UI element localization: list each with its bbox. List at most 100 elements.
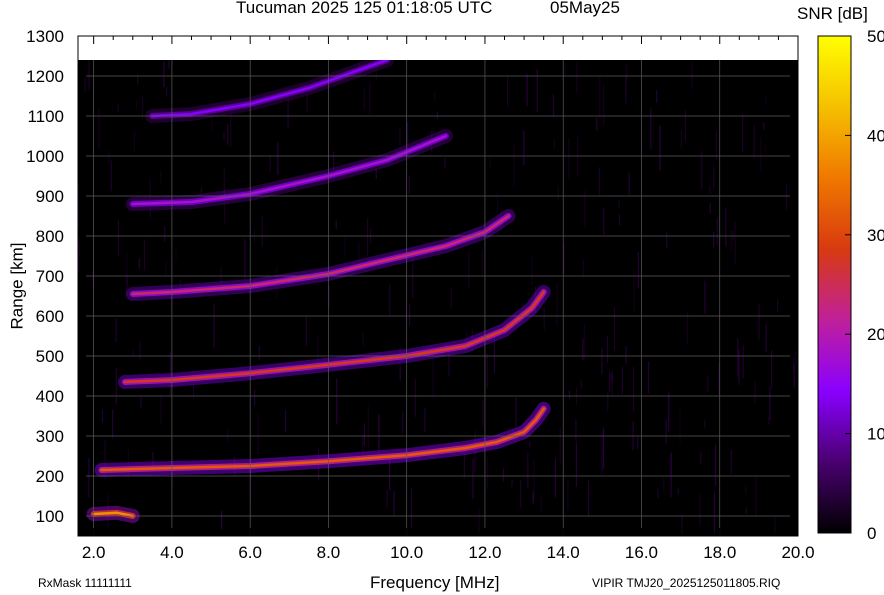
noise-mark [523,130,525,166]
noise-mark [410,488,413,528]
noise-mark [677,488,679,495]
noise-mark [637,252,639,289]
noise-mark [220,265,222,282]
noise-mark [482,400,484,427]
noise-mark [336,378,338,424]
noise-mark [738,349,740,385]
noise-mark [774,516,776,534]
noise-mark [115,367,117,405]
noise-mark [598,167,601,196]
y-tick-label: 600 [36,307,64,326]
noise-mark [725,207,727,247]
noise-mark [625,345,627,365]
noise-mark [575,442,577,487]
noise-mark [681,514,683,535]
noise-mark [618,200,620,208]
noise-mark [540,494,542,512]
noise-mark [734,221,736,264]
noise-mark [714,444,717,487]
noise-mark [227,427,229,444]
noise-mark [618,214,620,226]
x-axis-label: Frequency [MHz] [370,573,500,592]
noise-mark [607,391,609,411]
noise-mark [691,61,693,89]
noise-mark [771,349,773,388]
noise-mark [436,111,438,119]
noise-mark [576,62,578,94]
y-tick-label: 1200 [26,67,64,86]
noise-mark [213,303,215,349]
noise-mark [532,491,534,504]
noise-mark [402,412,404,434]
noise-mark [367,218,369,256]
noise-mark [389,459,391,491]
noise-mark [363,423,365,446]
noise-mark [666,232,668,248]
noise-mark [164,226,166,242]
noise-mark [112,409,114,438]
noise-mark [709,185,711,194]
y-tick-label: 1000 [26,147,64,166]
noise-mark [554,458,556,498]
noise-mark [257,414,259,455]
noise-mark [261,216,263,247]
file-name-label: VIPIR TMJ20_2025125011805.RIQ [592,576,781,590]
noise-mark [755,476,757,518]
noise-mark [628,172,630,196]
noise-mark [732,231,734,240]
noise-mark [754,381,756,404]
noise-mark [680,129,682,149]
x-tick-label: 6.0 [238,543,262,562]
noise-mark [553,139,555,150]
x-tick-label: 16.0 [625,543,658,562]
y-tick-label: 400 [36,387,64,406]
noise-mark [670,452,672,476]
noise-mark [489,156,491,170]
noise-mark [656,90,658,104]
noise-mark [358,241,360,262]
noise-mark [679,409,681,444]
y-tick-label: 700 [36,267,64,286]
noise-mark [317,335,319,363]
noise-mark [633,268,635,313]
noise-mark [277,142,279,175]
noise-mark [108,150,110,166]
noise-mark [795,351,797,367]
noise-mark [632,367,635,412]
noise-mark [564,62,567,77]
noise-mark [647,361,650,394]
noise-mark [526,73,528,107]
noise-mark [588,480,590,517]
noise-mark [704,280,706,314]
noise-mark [367,405,369,448]
noise-mark [715,130,717,160]
noise-mark [668,392,670,432]
noise-mark [166,87,168,97]
noise-mark [559,427,561,464]
noise-mark [486,353,488,389]
x-tick-label: 14.0 [547,543,580,562]
noise-mark [88,60,90,90]
noise-mark [254,389,256,406]
x-tick-label: 4.0 [160,543,184,562]
noise-mark [607,336,609,363]
noise-mark [335,220,337,230]
noise-mark [582,260,584,278]
noise-mark [621,366,623,395]
noise-mark [362,332,364,346]
noise-mark [520,480,522,509]
y-axis-label: Range [km] [7,242,27,330]
y-tick-label: 1100 [27,107,64,126]
noise-mark [450,287,452,309]
noise-mark [543,306,545,330]
noise-mark [244,239,246,279]
noise-mark [603,207,605,236]
noise-mark [160,170,162,184]
noise-mark [165,262,167,277]
noise-mark [513,143,515,187]
noise-mark [444,157,446,169]
noise-mark [110,160,112,191]
noise-mark [306,93,308,112]
noise-mark [557,185,559,201]
noise-mark [785,184,788,210]
